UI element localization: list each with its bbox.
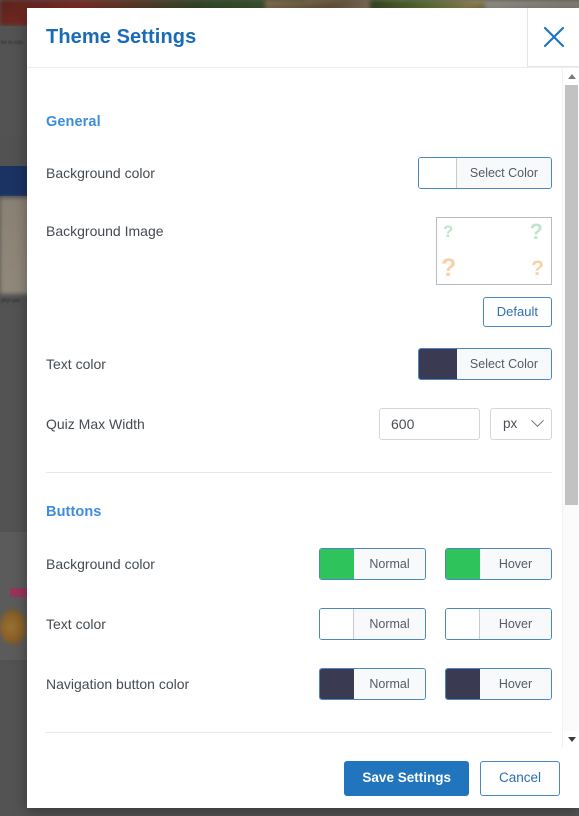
background-color-picker-button[interactable]: Select Color [417, 157, 552, 189]
color-picker-label: Select Color [456, 158, 551, 188]
buttons-background-normal-picker[interactable]: Normal [319, 547, 426, 580]
unit-select-value: px [503, 416, 518, 432]
row-buttons-text-color: Text color Normal Hover [46, 607, 552, 641]
quiz-max-width-unit-select[interactable]: px [490, 407, 552, 440]
section-heading-buttons: Buttons [46, 503, 102, 520]
row-controls: px [379, 407, 552, 440]
row-controls: Normal Hover [319, 667, 552, 700]
row-controls: Normal Hover [319, 607, 552, 640]
background-image-default-button[interactable]: Default [482, 297, 552, 327]
color-swatch [446, 668, 480, 699]
settings-form: General Background color Select Color Ba… [27, 68, 579, 733]
question-mark-icon: ? [443, 222, 454, 241]
row-label: Text color [46, 615, 106, 632]
row-label: Text color [46, 355, 106, 372]
cancel-button[interactable]: Cancel [479, 761, 560, 796]
color-swatch [418, 348, 457, 379]
quiz-max-width-input[interactable] [379, 407, 480, 440]
scrollbar-track[interactable] [563, 85, 579, 731]
row-text-color: Text color Select Color [46, 347, 552, 381]
row-controls: Normal Hover [319, 547, 552, 580]
row-background-color: Background color Select Color [46, 156, 552, 190]
save-settings-button[interactable]: Save Settings [344, 761, 469, 796]
question-mark-icon: ? [531, 257, 544, 280]
navigation-button-normal-picker[interactable]: Normal [319, 667, 426, 700]
color-picker-label: Hover [480, 548, 551, 579]
page-title: Theme Settings [46, 26, 197, 48]
modal-footer: Save Settings Cancel [27, 748, 579, 808]
color-swatch [320, 668, 354, 699]
color-swatch [320, 608, 354, 639]
row-label: Background Image [46, 223, 164, 239]
navigation-button-hover-picker[interactable]: Hover [445, 667, 552, 700]
color-picker-label: Normal [354, 608, 425, 639]
row-buttons-background-color: Background color Normal Hover [46, 547, 552, 581]
buttons-text-hover-picker[interactable]: Hover [445, 607, 552, 640]
question-mark-icon: ? [529, 219, 543, 244]
color-picker-label: Normal [354, 548, 425, 579]
modal-scrollbar[interactable] [562, 68, 579, 748]
color-swatch [446, 548, 480, 579]
close-icon[interactable] [527, 8, 579, 67]
question-mark-icon: ? [441, 254, 457, 282]
color-picker-label: Hover [480, 668, 551, 699]
row-controls: Select Color [417, 347, 552, 380]
buttons-text-normal-picker[interactable]: Normal [319, 607, 426, 640]
row-label: Background color [46, 165, 155, 181]
text-color-picker-button[interactable]: Select Color [417, 347, 552, 380]
background-image-control: ? ? ? ? Default [436, 217, 552, 327]
scroll-up-arrow-icon[interactable] [563, 68, 579, 85]
chevron-down-icon [531, 414, 544, 428]
row-label: Navigation button color [46, 675, 190, 692]
color-swatch [320, 548, 354, 579]
color-swatch [446, 608, 480, 639]
scrollbar-thumb[interactable] [565, 85, 578, 505]
color-swatch [418, 158, 457, 188]
section-heading-general: General [46, 114, 101, 130]
row-controls: Select Color [417, 157, 552, 189]
color-picker-label: Hover [480, 608, 551, 639]
modal-header: Theme Settings [27, 8, 579, 68]
theme-settings-modal: Theme Settings General Background color … [27, 8, 579, 808]
row-background-image: Background Image ? ? ? ? Default [46, 217, 552, 327]
section-divider [46, 731, 552, 733]
buttons-background-hover-picker[interactable]: Hover [445, 547, 552, 580]
color-picker-label: Select Color [456, 348, 551, 379]
row-label: Quiz Max Width [46, 415, 145, 432]
background-image-preview[interactable]: ? ? ? ? [436, 217, 552, 285]
row-label: Background color [46, 555, 155, 572]
row-quiz-max-width: Quiz Max Width px [46, 407, 552, 441]
modal-body: General Background color Select Color Ba… [27, 68, 579, 748]
scroll-down-arrow-icon[interactable] [563, 731, 579, 748]
color-picker-label: Normal [354, 668, 425, 699]
row-navigation-button-color: Navigation button color Normal Hover [46, 667, 552, 701]
